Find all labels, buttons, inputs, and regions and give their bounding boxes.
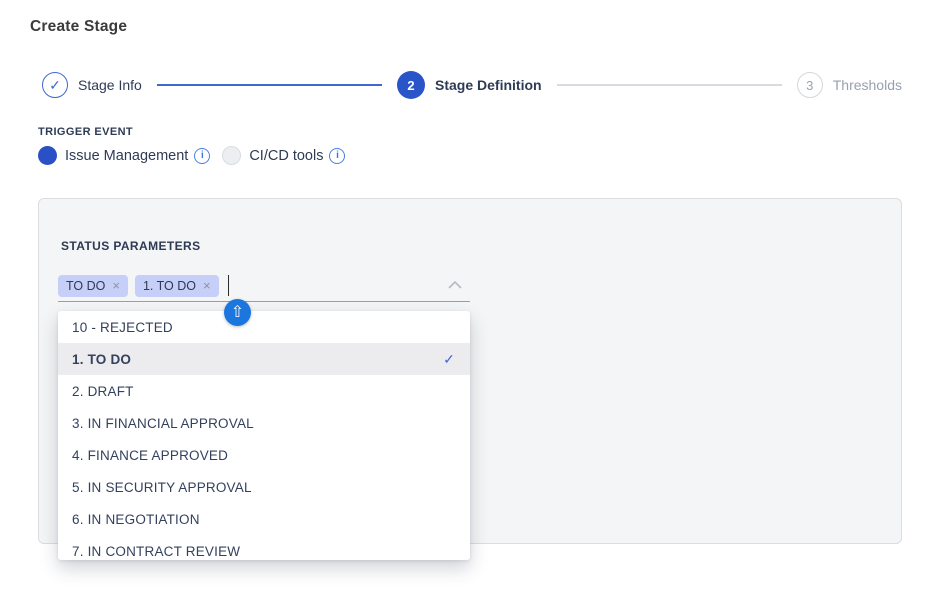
dropdown-item-label: 10 - REJECTED bbox=[72, 320, 173, 335]
step-label-stage-info: Stage Info bbox=[78, 77, 142, 93]
radio-label-issue-management: Issue Management bbox=[65, 148, 188, 164]
info-icon[interactable]: i bbox=[194, 148, 210, 164]
dropdown-item[interactable]: 6. IN NEGOTIATION bbox=[58, 503, 470, 535]
dropdown-item-label: 1. TO DO bbox=[72, 352, 131, 367]
dropdown-item-label: 3. IN FINANCIAL APPROVAL bbox=[72, 416, 254, 431]
dropdown-item-selected[interactable]: 1. TO DO ✓ bbox=[58, 343, 470, 375]
dropdown-item[interactable]: 10 - REJECTED bbox=[58, 311, 470, 343]
dropdown-item[interactable]: 5. IN SECURITY APPROVAL bbox=[58, 471, 470, 503]
radio-selected-icon[interactable] bbox=[38, 146, 57, 165]
dropdown-item[interactable]: 7. IN CONTRACT REVIEW bbox=[58, 535, 470, 560]
radio-label-cicd-tools: CI/CD tools bbox=[249, 148, 323, 164]
dropdown-item-label: 4. FINANCE APPROVED bbox=[72, 448, 228, 463]
close-icon[interactable]: × bbox=[112, 279, 120, 292]
selected-chip: 1. TO DO × bbox=[135, 275, 219, 297]
up-arrow-badge[interactable]: ⇧ bbox=[224, 299, 251, 326]
step-label-stage-definition: Stage Definition bbox=[435, 77, 542, 93]
stepper: ✓ Stage Info 2 Stage Definition 3 Thresh… bbox=[42, 71, 902, 99]
check-icon: ✓ bbox=[443, 351, 455, 368]
step-complete-circle: ✓ bbox=[42, 72, 68, 98]
selected-chip: TO DO × bbox=[58, 275, 128, 297]
trigger-event-section: TRIGGER EVENT Issue Management i CI/CD t… bbox=[38, 126, 345, 165]
dropdown-item-label: 7. IN CONTRACT REVIEW bbox=[72, 544, 240, 559]
dropdown-item[interactable]: 3. IN FINANCIAL APPROVAL bbox=[58, 407, 470, 439]
chip-label: TO DO bbox=[66, 279, 105, 293]
radio-option-issue-management[interactable]: Issue Management i bbox=[38, 146, 210, 165]
stepper-connector-2 bbox=[557, 84, 782, 86]
radio-option-cicd-tools[interactable]: CI/CD tools i bbox=[222, 146, 345, 165]
dropdown-item[interactable]: 4. FINANCE APPROVED bbox=[58, 439, 470, 471]
status-dropdown-list: 10 - REJECTED 1. TO DO ✓ 2. DRAFT 3. IN … bbox=[58, 311, 470, 560]
chip-label: 1. TO DO bbox=[143, 279, 196, 293]
step-label-thresholds: Thresholds bbox=[833, 77, 902, 93]
step-stage-definition[interactable]: 2 Stage Definition bbox=[397, 71, 542, 99]
status-parameters-label: STATUS PARAMETERS bbox=[61, 239, 200, 253]
up-arrow-icon: ⇧ bbox=[231, 305, 244, 321]
radio-unselected-icon[interactable] bbox=[222, 146, 241, 165]
stepper-connector-1 bbox=[157, 84, 382, 86]
trigger-event-options: Issue Management i CI/CD tools i bbox=[38, 146, 345, 165]
status-parameters-select-input[interactable]: TO DO × 1. TO DO × bbox=[58, 270, 470, 302]
check-icon: ✓ bbox=[49, 77, 61, 94]
step-thresholds[interactable]: 3 Thresholds bbox=[797, 72, 902, 98]
step-number-circle-3: 3 bbox=[797, 72, 823, 98]
step-stage-info[interactable]: ✓ Stage Info bbox=[42, 72, 142, 98]
dropdown-item-label: 2. DRAFT bbox=[72, 384, 134, 399]
trigger-event-label: TRIGGER EVENT bbox=[38, 126, 345, 138]
dropdown-item-label: 6. IN NEGOTIATION bbox=[72, 512, 200, 527]
close-icon[interactable]: × bbox=[203, 279, 211, 292]
info-icon[interactable]: i bbox=[329, 148, 345, 164]
page-title: Create Stage bbox=[30, 18, 127, 36]
chevron-up-icon[interactable] bbox=[448, 281, 462, 289]
text-caret bbox=[228, 275, 230, 296]
dropdown-item[interactable]: 2. DRAFT bbox=[58, 375, 470, 407]
step-number-circle-2: 2 bbox=[397, 71, 425, 99]
dropdown-item-label: 5. IN SECURITY APPROVAL bbox=[72, 480, 252, 495]
